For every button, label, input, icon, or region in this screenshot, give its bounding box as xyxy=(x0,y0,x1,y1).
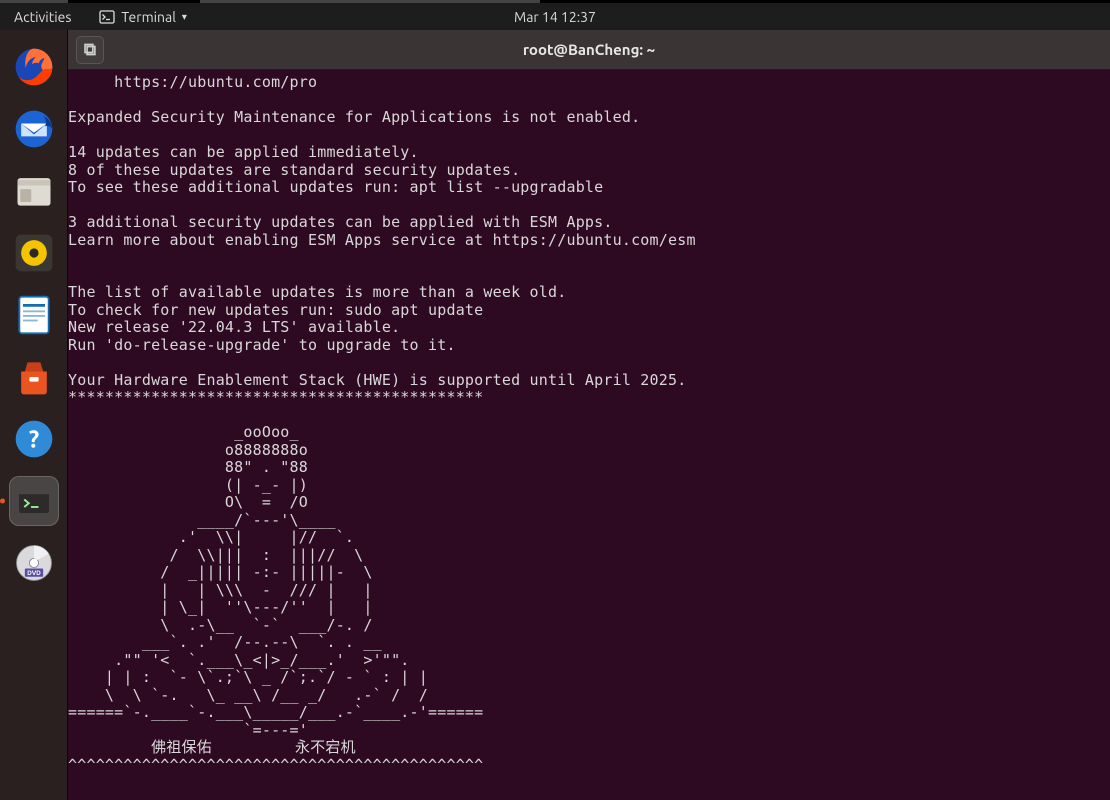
dock-terminal[interactable] xyxy=(9,476,59,526)
new-tab-button[interactable]: ⧉ xyxy=(76,36,104,64)
terminal-window: ⧉ root@BanCheng: ~ https://ubuntu.com/pr… xyxy=(68,30,1110,800)
titlebar: ⧉ root@BanCheng: ~ xyxy=(68,30,1110,70)
terminal-small-icon xyxy=(99,9,115,25)
terminal-icon xyxy=(16,483,52,519)
rhythmbox-icon xyxy=(12,231,56,275)
help-icon: ? xyxy=(12,417,56,461)
chevron-down-icon: ▾ xyxy=(182,11,187,23)
appmenu-terminal[interactable]: Terminal ▾ xyxy=(85,9,201,25)
svg-text:DVD: DVD xyxy=(27,570,41,577)
dock-software[interactable] xyxy=(9,352,59,402)
activities-button[interactable]: Activities xyxy=(0,9,85,25)
dock-thunderbird[interactable] xyxy=(9,104,59,154)
svg-text:?: ? xyxy=(28,425,38,452)
thunderbird-icon xyxy=(12,107,56,151)
running-indicator xyxy=(0,499,5,504)
writer-icon xyxy=(12,293,56,337)
files-icon xyxy=(12,169,56,213)
dock-files[interactable] xyxy=(9,166,59,216)
firefox-icon xyxy=(12,45,56,89)
appmenu-label: Terminal xyxy=(121,9,176,25)
dock-rhythmbox[interactable] xyxy=(9,228,59,278)
clock[interactable]: Mar 14 12:37 xyxy=(514,9,596,25)
disc-icon: DVD xyxy=(12,541,56,585)
dock-writer[interactable] xyxy=(9,290,59,340)
gnome-topbar: Activities Terminal ▾ Mar 14 12:37 xyxy=(0,3,1110,30)
terminal-output[interactable]: https://ubuntu.com/pro Expanded Security… xyxy=(68,70,1110,774)
dock-disc[interactable]: DVD xyxy=(9,538,59,588)
dock-firefox[interactable] xyxy=(9,42,59,92)
dock-help[interactable]: ? xyxy=(9,414,59,464)
window-title: root@BanCheng: ~ xyxy=(104,41,1074,58)
software-icon xyxy=(12,355,56,399)
dock: ? DVD xyxy=(0,30,68,800)
